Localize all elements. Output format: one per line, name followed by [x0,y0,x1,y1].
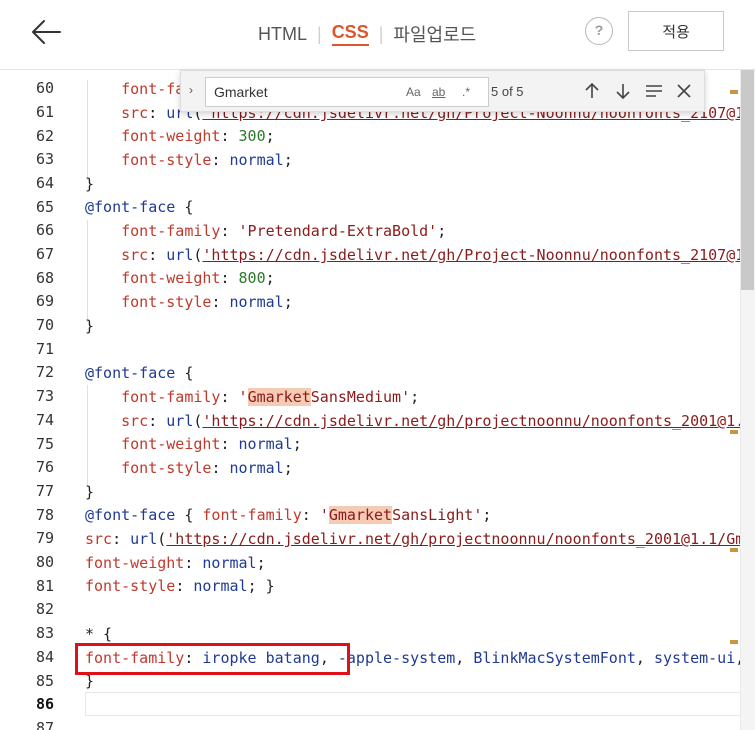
find-query: Gmarket [214,84,268,100]
line-number: 72 [35,363,54,381]
code-line: font-weight: 300; [121,127,275,145]
code-line: font-style: normal; [121,151,293,169]
line-number: 70 [35,316,54,334]
code-line: src: url('https://cdn.jsdelivr.net/gh/pr… [121,412,755,430]
arrow-down-icon[interactable] [612,80,634,102]
code-line: font-style: normal; [121,459,293,477]
find-input[interactable]: Gmarket Aa ab .* [205,77,489,107]
line-number: 65 [35,198,54,216]
help-button[interactable]: ? [585,17,613,45]
line-number: 67 [35,245,54,263]
tab-file-upload[interactable]: 파일업로드 [393,21,476,47]
current-line-highlight [85,692,745,716]
chevron-right-icon[interactable]: › [189,83,193,97]
match-case-toggle[interactable]: Aa [406,85,421,99]
line-number: 74 [35,411,54,429]
scrollbar-thumb[interactable] [741,70,754,290]
line-number: 62 [35,127,54,145]
line-number: 73 [35,387,54,405]
code-line: font-weight: 800; [121,269,275,287]
line-number: 76 [35,458,54,476]
code-line: @font-face { [85,198,194,216]
line-number: 77 [35,482,54,500]
code-line: font-family: 'Pretendard-ExtraBold'; [121,222,447,240]
match-count: 5 of 5 [491,84,524,99]
code-line: font-weight: normal; [121,435,302,453]
tab-separator: | [317,23,322,44]
code-line: font-style: normal; } [85,577,275,595]
line-number: 79 [35,529,54,547]
line-number: 64 [35,174,54,192]
line-number: 71 [35,340,54,358]
line-number: 84 [35,648,54,666]
line-number: 85 [35,672,54,690]
line-number: 78 [35,506,54,524]
line-number: 82 [35,600,54,618]
line-number-current: 86 [35,695,54,713]
back-arrow-icon[interactable] [30,16,62,48]
line-number: 68 [35,269,54,287]
code-line: @font-face { font-family: 'GmarketSansLi… [85,506,492,524]
code-line: src: url('https://cdn.jsdelivr.net/gh/pr… [85,530,755,548]
search-match-marker [730,640,738,644]
code-line: @font-face { [85,364,194,382]
code-line: } [85,175,95,193]
code-line: src: url('https://cdn.jsdelivr.net/gh/Pr… [121,246,755,264]
line-number: 80 [35,553,54,571]
tab-separator: | [378,23,384,44]
line-number: 66 [35,221,54,239]
code-line: font-style: normal; [121,293,293,311]
code-line: font-weight: normal; [85,554,266,572]
vertical-scrollbar[interactable] [740,70,755,730]
line-number: 83 [35,624,54,642]
find-in-selection-icon[interactable] [643,80,665,102]
line-number: 61 [35,103,54,121]
arrow-up-icon[interactable] [581,80,603,102]
tab-css[interactable]: CSS [331,22,369,46]
apply-button[interactable]: 적용 [628,11,724,51]
code-editor[interactable]: 60 61 62 63 64 65 66 67 68 69 70 71 72 7… [0,70,755,730]
code-line: font-family: 'GmarketSansMedium'; [121,388,420,406]
editor-tabs: HTML | CSS | 파일업로드 [258,20,476,48]
tab-html[interactable]: HTML [258,24,307,45]
line-number: 63 [35,150,54,168]
top-bar: HTML | CSS | 파일업로드 ? 적용 [0,0,755,70]
close-icon[interactable] [673,80,695,102]
whole-word-toggle[interactable]: ab [432,85,445,99]
regex-toggle[interactable]: .* [462,85,470,99]
search-match-marker [730,430,738,434]
line-number: 75 [35,435,54,453]
annotation-box [75,643,350,675]
search-match-marker [730,90,738,94]
line-number: 69 [35,292,54,310]
line-number: 81 [35,577,54,595]
line-number: 87 [35,719,54,730]
code-line: } [85,317,95,335]
code-line: } [85,483,95,501]
find-widget: › Gmarket Aa ab .* 5 of 5 [180,70,705,112]
line-number: 60 [35,79,54,97]
search-match-marker [730,548,738,552]
